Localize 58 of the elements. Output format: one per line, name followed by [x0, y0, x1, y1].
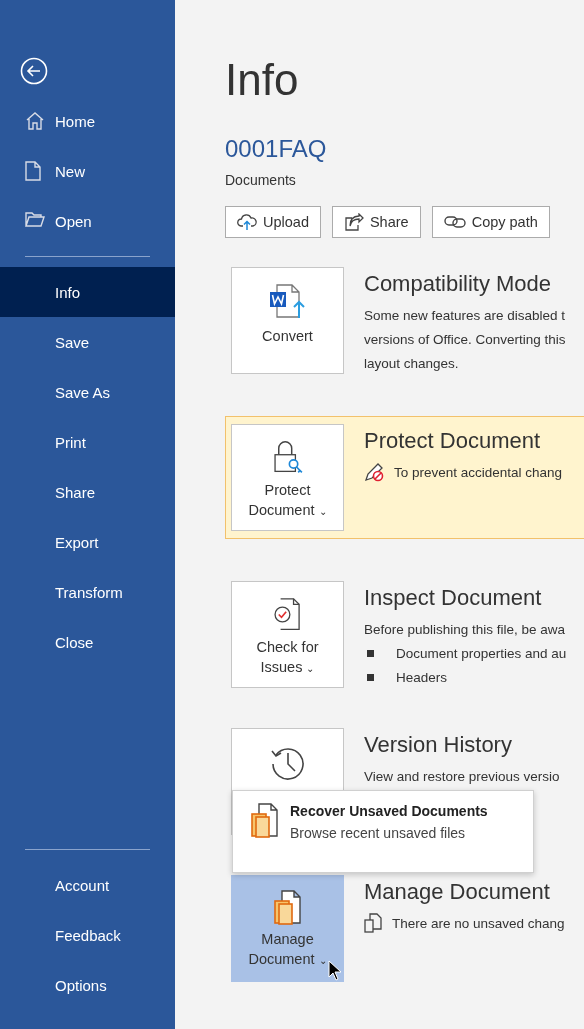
bullet-icon — [367, 673, 374, 681]
document-icon — [25, 161, 41, 181]
sidebar-item[interactable]: Transform — [0, 567, 175, 617]
sidebar-item[interactable]: Print — [0, 417, 175, 467]
home-icon — [25, 111, 45, 131]
bullet-text: Document properties and au — [396, 645, 567, 661]
sidebar-item[interactable]: Close — [0, 617, 175, 667]
description-text: Some new features are disabled t — [364, 307, 566, 323]
recover-documents-menu[interactable]: Recover Unsaved Documents Browse recent unsaved files — [232, 790, 534, 873]
folder-icon — [25, 211, 45, 227]
sidebar-item[interactable]: Info — [0, 267, 175, 317]
document-name: 0001FAQ — [225, 135, 328, 163]
document-location: Documents — [225, 172, 297, 188]
bullet-text: Headers — [396, 669, 448, 685]
toolbar-button[interactable]: Copy path — [431, 206, 550, 238]
menu-item-subtitle: Browse recent unsaved files — [290, 825, 467, 841]
sidebar-item[interactable]: New — [0, 146, 175, 196]
toolbar-button[interactable]: Upload — [225, 206, 321, 238]
toolbar-button[interactable]: Share — [331, 206, 421, 238]
page-title: Info — [225, 54, 300, 106]
cloud-upload-icon — [237, 213, 257, 231]
documents-icon — [364, 913, 382, 933]
documents-icon — [251, 803, 278, 838]
section-title: Version History — [364, 732, 513, 758]
description-text: Before publishing this file, be awa — [364, 621, 566, 637]
description-text: versions of Office. Converting this — [364, 331, 566, 347]
action-button[interactable]: Check for Issues ⌄ — [231, 581, 344, 688]
back-icon[interactable] — [20, 57, 48, 85]
sidebar-item[interactable]: Share — [0, 467, 175, 517]
section-title: Compatibility Mode — [364, 271, 553, 297]
bullet-icon — [367, 649, 374, 657]
sidebar-item[interactable]: Save — [0, 317, 175, 367]
section-title: Manage Document — [364, 879, 551, 905]
sidebar-item[interactable]: Home — [0, 96, 175, 146]
sidebar-item[interactable]: Feedback — [0, 910, 175, 960]
description-text: There are no unsaved chang — [392, 915, 565, 931]
documents-icon — [274, 890, 301, 925]
sidebar-item[interactable]: Export — [0, 517, 175, 567]
section-title: Inspect Document — [364, 585, 543, 611]
mouse-pointer-icon — [328, 960, 342, 982]
share-icon — [343, 213, 364, 231]
description-text: To prevent accidental chang — [394, 464, 563, 480]
action-button[interactable]: Convert — [231, 267, 344, 374]
description-text: View and restore previous versio — [364, 768, 560, 784]
sidebar-item[interactable]: Options — [0, 960, 175, 1010]
caret-icon: ⌄ — [318, 506, 327, 517]
caret-icon: ⌄ — [306, 663, 315, 674]
action-button[interactable]: Protect Document ⌄ — [231, 424, 344, 531]
description-text: layout changes. — [364, 355, 459, 371]
pencil-blocked-icon — [364, 462, 384, 482]
action-button[interactable]: Manage Document ⌄ — [231, 875, 344, 982]
menu-item-title: Recover Unsaved Documents — [290, 803, 488, 819]
sidebar-item[interactable]: Save As — [0, 367, 175, 417]
caret-icon: ⌄ — [318, 955, 327, 966]
link-icon — [443, 214, 466, 230]
sidebar-item[interactable]: Open — [0, 196, 175, 246]
sidebar-item[interactable]: Account — [0, 860, 175, 910]
section-title: Protect Document — [364, 428, 542, 454]
